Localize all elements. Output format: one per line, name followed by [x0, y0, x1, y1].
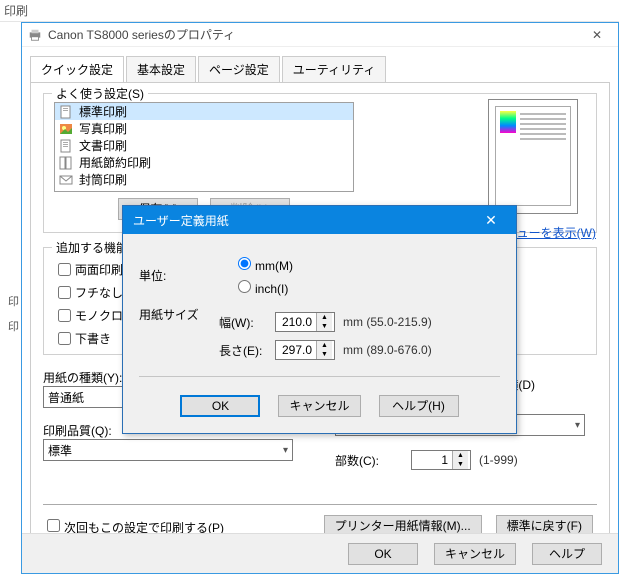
copies-label: 部数(C):: [335, 452, 395, 469]
unit-inch-radio[interactable]: inch(I): [233, 277, 293, 296]
printer-icon: [28, 28, 42, 42]
list-item-label: 標準印刷: [79, 103, 127, 120]
copies-input[interactable]: [412, 452, 452, 468]
list-item[interactable]: 写真印刷: [55, 120, 353, 137]
doc-icon: [59, 156, 73, 170]
copies-range: (1-999): [479, 453, 518, 467]
paper-size-label: 用紙サイズ: [139, 306, 219, 323]
doc-icon: [59, 139, 73, 153]
spin-up-icon[interactable]: ▲: [453, 451, 468, 460]
width-input[interactable]: [276, 314, 316, 330]
height-range: mm (89.0-676.0): [343, 343, 432, 357]
show-view-link[interactable]: ビューを表示(W): [505, 224, 596, 241]
bg-side-text: 印: [8, 318, 19, 334]
width-range: mm (55.0-215.9): [343, 315, 432, 329]
duplex-label: 両面印刷: [75, 261, 123, 278]
tab-basic[interactable]: 基本設定: [126, 56, 196, 83]
height-label: 長さ(E):: [219, 342, 275, 359]
modal-ok-button[interactable]: OK: [180, 395, 260, 417]
list-item-label: 封筒印刷: [79, 171, 127, 188]
draft-checkbox[interactable]: [58, 332, 71, 345]
tab-utility[interactable]: ユーティリティ: [282, 56, 387, 83]
height-spinner[interactable]: ▲▼: [275, 340, 335, 360]
spin-up-icon[interactable]: ▲: [317, 341, 332, 350]
borderless-checkbox[interactable]: [58, 286, 71, 299]
quality-select[interactable]: 標準 ▾: [43, 439, 293, 461]
print-preview-thumbnail: [488, 99, 578, 214]
draft-label: 下書き: [75, 330, 111, 347]
duplex-checkbox[interactable]: [58, 263, 71, 276]
width-spinner[interactable]: ▲▼: [275, 312, 335, 332]
unit-label: 単位:: [139, 267, 219, 284]
titlebar: Canon TS8000 seriesのプロパティ ✕: [22, 23, 618, 47]
spin-down-icon[interactable]: ▼: [453, 460, 468, 469]
user-defined-paper-dialog: ユーザー定義用紙 ✕ 単位: mm(M) inch(I) 用紙サイズ 幅(W):…: [122, 205, 517, 434]
list-item[interactable]: 文書印刷: [55, 137, 353, 154]
paper-type-value: 普通紙: [48, 389, 84, 406]
unit-inch-label: inch(I): [255, 282, 288, 296]
close-icon[interactable]: ✕: [476, 212, 506, 229]
tab-page[interactable]: ページ設定: [198, 56, 280, 83]
close-icon[interactable]: ✕: [582, 28, 612, 42]
list-item[interactable]: 用紙節約印刷: [55, 154, 353, 171]
spin-down-icon[interactable]: ▼: [317, 350, 332, 359]
doc-icon: [59, 173, 73, 187]
frequent-settings-list[interactable]: 標準印刷 写真印刷 文書印刷 用紙節約印刷 封筒印刷: [54, 102, 354, 192]
photo-icon: [59, 122, 73, 136]
frequent-settings-label: よく使う設定(S): [52, 85, 148, 102]
tab-strip: クイック設定 基本設定 ページ設定 ユーティリティ: [22, 47, 618, 82]
chevron-down-icon: ▾: [283, 445, 288, 456]
modal-help-button[interactable]: ヘルプ(H): [379, 395, 459, 417]
height-input[interactable]: [276, 342, 316, 358]
cancel-button[interactable]: キャンセル: [434, 543, 516, 565]
window-title: Canon TS8000 seriesのプロパティ: [48, 26, 235, 43]
list-item-label: 文書印刷: [79, 137, 127, 154]
dialog-footer: OK キャンセル ヘルプ: [22, 533, 618, 573]
modal-cancel-button[interactable]: キャンセル: [278, 395, 360, 417]
background-window-title: 印刷: [0, 0, 619, 22]
chevron-down-icon: ▾: [575, 420, 580, 431]
list-item[interactable]: 標準印刷: [55, 103, 353, 120]
ok-button[interactable]: OK: [348, 543, 418, 565]
list-item[interactable]: 封筒印刷: [55, 171, 353, 188]
tab-quick[interactable]: クイック設定: [30, 56, 124, 83]
modal-title: ユーザー定義用紙: [133, 212, 229, 229]
doc-icon: [59, 105, 73, 119]
unit-mm-radio[interactable]: mm(M): [233, 254, 293, 273]
spin-up-icon[interactable]: ▲: [317, 313, 332, 322]
mono-checkbox[interactable]: [58, 309, 71, 322]
spin-down-icon[interactable]: ▼: [317, 322, 332, 331]
width-label: 幅(W):: [219, 314, 275, 331]
help-button[interactable]: ヘルプ: [532, 543, 602, 565]
copies-spinner[interactable]: ▲▼: [411, 450, 471, 470]
quality-value: 標準: [48, 442, 72, 459]
list-item-label: 用紙節約印刷: [79, 154, 151, 171]
list-item-label: 写真印刷: [79, 120, 127, 137]
modal-titlebar: ユーザー定義用紙 ✕: [123, 206, 516, 234]
unit-mm-label: mm(M): [255, 259, 293, 273]
bg-side-text: 印: [8, 293, 19, 309]
